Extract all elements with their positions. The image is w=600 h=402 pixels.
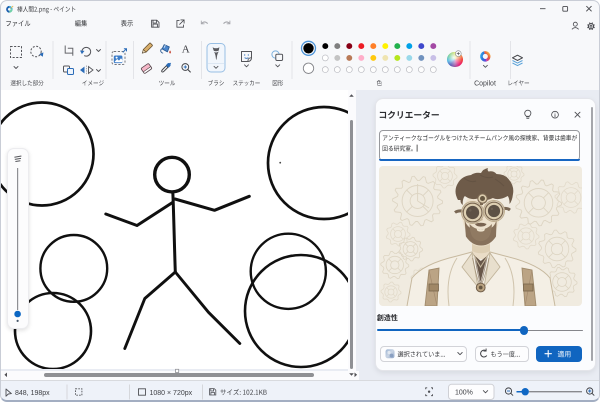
svg-text:Copilot: Copilot [474,80,496,87]
svg-text:848, 198px: 848, 198px [15,390,50,397]
svg-text:1080 × 720px: 1080 × 720px [150,390,193,397]
svg-text:100%: 100% [455,390,473,397]
svg-text:A: A [182,43,190,55]
